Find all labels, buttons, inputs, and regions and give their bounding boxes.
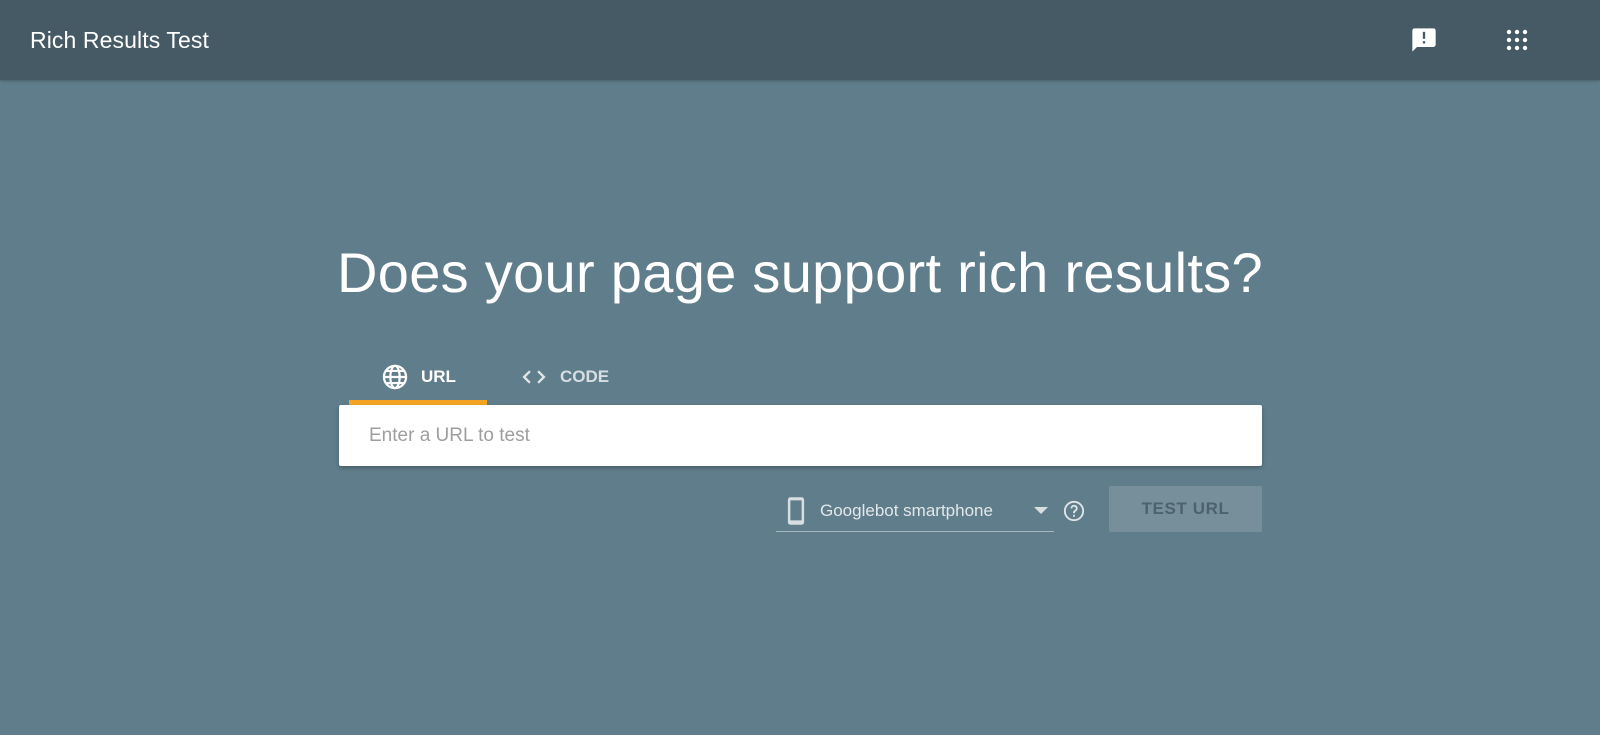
feedback-icon	[1410, 26, 1438, 54]
tab-code[interactable]: CODE	[515, 352, 635, 405]
tab-url[interactable]: URL	[349, 352, 487, 405]
app-title: Rich Results Test	[30, 27, 209, 53]
code-brackets-icon	[520, 363, 548, 391]
apps-button[interactable]	[1497, 20, 1537, 60]
feedback-button[interactable]	[1404, 20, 1444, 60]
test-url-button[interactable]: TEST URL	[1109, 486, 1262, 532]
smartphone-icon	[784, 496, 808, 526]
top-app-bar: Rich Results Test	[0, 0, 1600, 80]
tab-url-label: URL	[421, 367, 456, 386]
url-input[interactable]	[339, 405, 1262, 466]
crawler-select-value: Googlebot smartphone	[820, 500, 993, 520]
apps-grid-icon	[1505, 28, 1529, 52]
crawler-select[interactable]: Googlebot smartphone	[776, 490, 1054, 532]
tab-code-label: CODE	[560, 367, 610, 386]
globe-icon	[381, 363, 409, 391]
page-headline: Does your page support rich results?	[337, 241, 1263, 304]
help-circle-icon[interactable]	[1062, 499, 1086, 523]
chevron-down-icon	[1034, 506, 1048, 515]
url-input-container	[339, 405, 1262, 466]
